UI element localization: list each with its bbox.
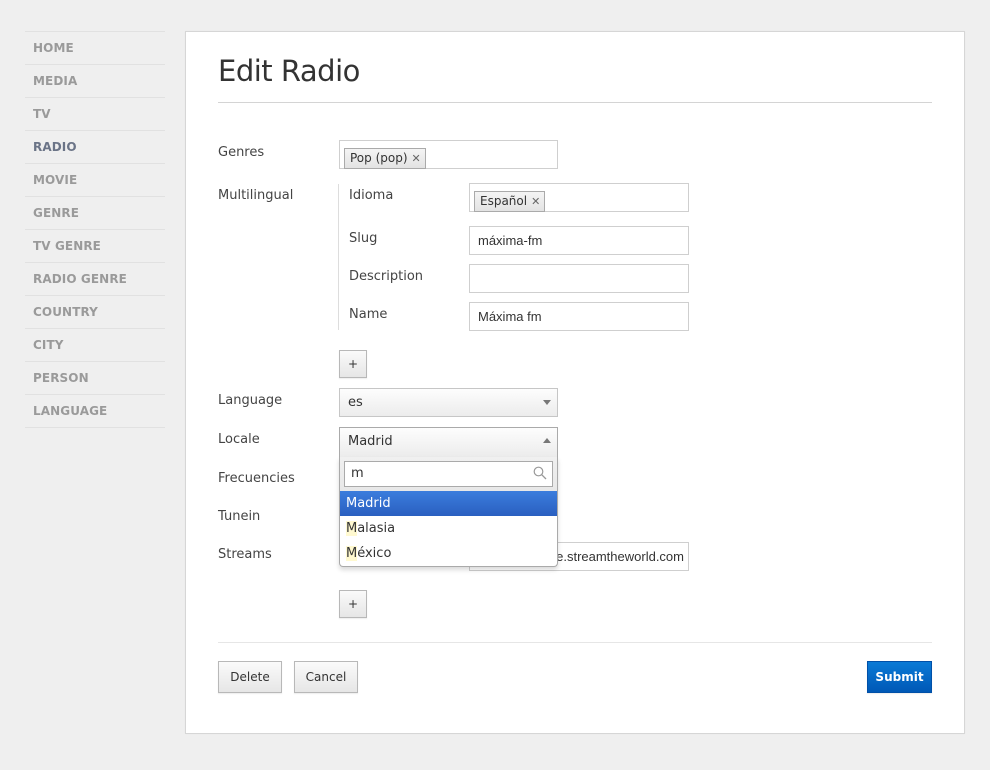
sidebar-item-tv-genre[interactable]: TV GENRE [25,230,165,263]
chevron-down-icon [543,400,551,405]
description-label: Description [349,269,424,284]
option-rest: éxico [357,546,392,561]
add-stream-button[interactable]: + [339,590,367,618]
remove-tag-icon[interactable]: ✕ [412,152,421,165]
locale-dropdown: m Madrid Malasia México [339,457,558,567]
dropdown-search-wrap: m [340,457,557,491]
sidebar-item-genre[interactable]: GENRE [25,197,165,230]
option-match: M [346,546,358,561]
option-rest: adrid [357,496,391,511]
sidebar-item-person[interactable]: PERSON [25,362,165,395]
locale-value: Madrid [348,434,393,449]
locale-select[interactable]: Madrid [339,427,558,457]
slug-label: Slug [349,231,378,246]
sidebar-item-country[interactable]: COUNTRY [25,296,165,329]
idioma-tag: Español ✕ [474,191,546,212]
language-value: es [348,395,363,410]
sidebar-item-tv[interactable]: TV [25,98,165,131]
idioma-input[interactable]: Español ✕ [469,183,689,212]
locale-search-value: m [351,466,364,481]
locale-search-input[interactable]: m [344,461,553,487]
edit-panel: Edit Radio Genres Pop (pop) ✕ Multilingua… [185,31,965,734]
locale-option-mexico[interactable]: México [340,541,557,566]
submit-button[interactable]: Submit [867,661,932,693]
sidebar-item-movie[interactable]: MOVIE [25,164,165,197]
add-translation-button[interactable]: + [339,350,367,378]
idioma-tag-label: Español [480,194,528,208]
multilingual-group [338,184,339,330]
locale-option-madrid[interactable]: Madrid [340,491,557,516]
option-match: M [346,521,358,536]
genre-tag: Pop (pop) ✕ [344,148,426,169]
sidebar-nav: HOME MEDIA TV RADIO MOVIE GENRE TV GENRE… [25,31,165,428]
genres-label: Genres [218,145,265,160]
option-rest: alasia [357,521,396,536]
locale-label: Locale [218,432,260,447]
name-label: Name [349,307,388,322]
streams-label: Streams [218,547,272,562]
sidebar-item-radio[interactable]: RADIO [25,131,165,164]
language-select[interactable]: es [339,388,558,417]
page-title: Edit Radio [218,54,360,88]
chevron-up-icon [543,438,551,443]
description-input[interactable] [469,264,689,293]
sidebar-item-radio-genre[interactable]: RADIO GENRE [25,263,165,296]
sidebar-item-media[interactable]: MEDIA [25,65,165,98]
cancel-button[interactable]: Cancel [294,661,358,693]
actions-divider [218,642,932,643]
genre-tag-label: Pop (pop) [350,151,408,165]
name-input[interactable]: Máxima fm [469,302,689,331]
genres-input[interactable]: Pop (pop) ✕ [339,140,558,169]
slug-input[interactable]: máxima-fm [469,226,689,255]
locale-option-malasia[interactable]: Malasia [340,516,557,541]
delete-button[interactable]: Delete [218,661,282,693]
frecuencies-label: Frecuencies [218,471,295,486]
search-icon [533,466,547,480]
remove-tag-icon[interactable]: ✕ [531,195,540,208]
option-match: M [346,496,358,511]
idioma-label: Idioma [349,188,394,203]
sidebar-item-language[interactable]: LANGUAGE [25,395,165,428]
title-divider [218,102,932,103]
sidebar-item-city[interactable]: CITY [25,329,165,362]
sidebar-item-home[interactable]: HOME [25,32,165,65]
tunein-label: Tunein [218,509,261,524]
multilingual-label: Multilingual [218,188,294,203]
language-label: Language [218,393,283,408]
